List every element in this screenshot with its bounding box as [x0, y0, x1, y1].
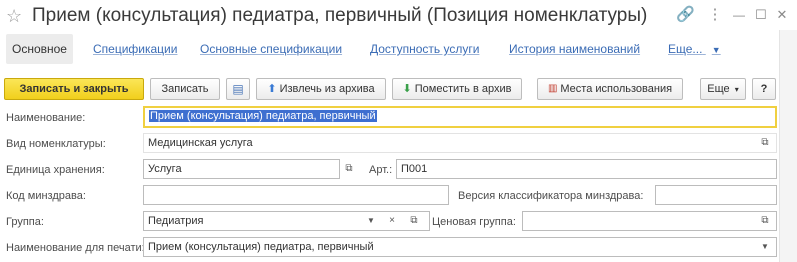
minimize-icon[interactable]: —: [730, 6, 748, 24]
put-in-archive-button[interactable]: ⬇ Поместить в архив: [392, 78, 522, 100]
article-input[interactable]: П001: [396, 159, 777, 179]
close-icon[interactable]: ✕: [773, 6, 791, 24]
tab-specifications[interactable]: Спецификации: [93, 34, 177, 64]
tab-main-specifications[interactable]: Основные спецификации: [200, 34, 342, 64]
group-label: Группа:: [6, 216, 44, 228]
classifier-version-label: Версия классификатора минздрава:: [458, 190, 644, 202]
group-value: Педиатрия: [148, 215, 204, 227]
favorite-star-icon[interactable]: ☆: [6, 6, 22, 26]
save-and-close-button[interactable]: Записать и закрыть: [4, 78, 144, 100]
vertical-scrollbar[interactable]: [779, 30, 797, 262]
more-actions-label: Еще: [707, 83, 730, 95]
tab-more[interactable]: Еще... ▼: [668, 34, 721, 64]
print-name-value: Прием (консультация) педиатра, первичный: [148, 241, 374, 253]
more-vertical-icon[interactable]: ⋮: [706, 6, 724, 24]
open-icon[interactable]: ⧉: [756, 133, 774, 153]
minzdrav-code-label: Код минздрава:: [6, 190, 86, 202]
chevron-down-icon: ▾: [734, 85, 739, 94]
name-label: Наименование:: [6, 112, 86, 124]
unit-value: Услуга: [148, 163, 182, 175]
group-clear-icon[interactable]: ×: [383, 211, 401, 231]
group-dropdown-icon[interactable]: ▼: [362, 211, 380, 231]
print-name-input[interactable]: Прием (консультация) педиатра, первичный: [143, 237, 777, 257]
more-actions-button[interactable]: Еще ▾: [700, 78, 746, 100]
extract-from-archive-button[interactable]: ⬆ Извлечь из архива: [256, 78, 386, 100]
classifier-version-input[interactable]: [655, 185, 777, 205]
print-name-dropdown-icon[interactable]: ▼: [756, 237, 774, 257]
print-name-label: Наименование для печати:: [6, 242, 145, 254]
link-icon[interactable]: 🔗: [676, 6, 695, 24]
tab-main[interactable]: Основное: [6, 34, 73, 64]
unit-open-icon[interactable]: ⧉: [340, 159, 358, 179]
price-group-input[interactable]: [522, 211, 777, 231]
help-button[interactable]: ?: [752, 78, 776, 100]
chevron-down-icon: ▼: [711, 45, 721, 55]
window-title: Прием (консультация) педиатра, первичный…: [32, 5, 648, 26]
price-group-open-icon[interactable]: ⧉: [756, 211, 774, 231]
put-in-archive-label: Поместить в архив: [414, 83, 512, 95]
usage-places-label: Места использования: [560, 83, 673, 95]
article-value: П001: [401, 163, 428, 175]
list-icon: ▤: [232, 82, 244, 96]
tab-bar: Основное Спецификации Основные специфика…: [0, 34, 797, 64]
extract-archive-icon: ⬆: [267, 83, 277, 96]
extract-from-archive-label: Извлечь из архива: [279, 83, 375, 95]
nomenclature-type-field[interactable]: Медицинская услуга: [143, 133, 777, 153]
price-group-label: Ценовая группа:: [432, 216, 516, 228]
document-list-button[interactable]: ▤: [226, 78, 250, 100]
unit-label: Единица хранения:: [6, 164, 105, 176]
usage-chart-icon: ▥: [547, 83, 558, 95]
save-button[interactable]: Записать: [150, 78, 220, 100]
minzdrav-code-input[interactable]: [143, 185, 449, 205]
tab-service-availability[interactable]: Доступность услуги: [370, 34, 479, 64]
tab-more-label: Еще...: [668, 42, 703, 56]
tab-name-history[interactable]: История наименований: [509, 34, 640, 64]
usage-places-button[interactable]: ▥ Места использования: [537, 78, 683, 100]
maximize-icon[interactable]: ☐: [752, 6, 770, 24]
article-label: Арт.:: [369, 164, 393, 176]
put-archive-icon: ⬇: [402, 83, 412, 96]
nomenclature-type-value: Медицинская услуга: [148, 137, 253, 149]
unit-input[interactable]: Услуга: [143, 159, 340, 179]
group-open-icon[interactable]: ⧉: [405, 211, 423, 231]
name-input[interactable]: Прием (консультация) педиатра, первичный: [143, 106, 777, 128]
name-value: Прием (консультация) педиатра, первичный: [149, 110, 377, 122]
type-label: Вид номенклатуры:: [6, 138, 106, 150]
